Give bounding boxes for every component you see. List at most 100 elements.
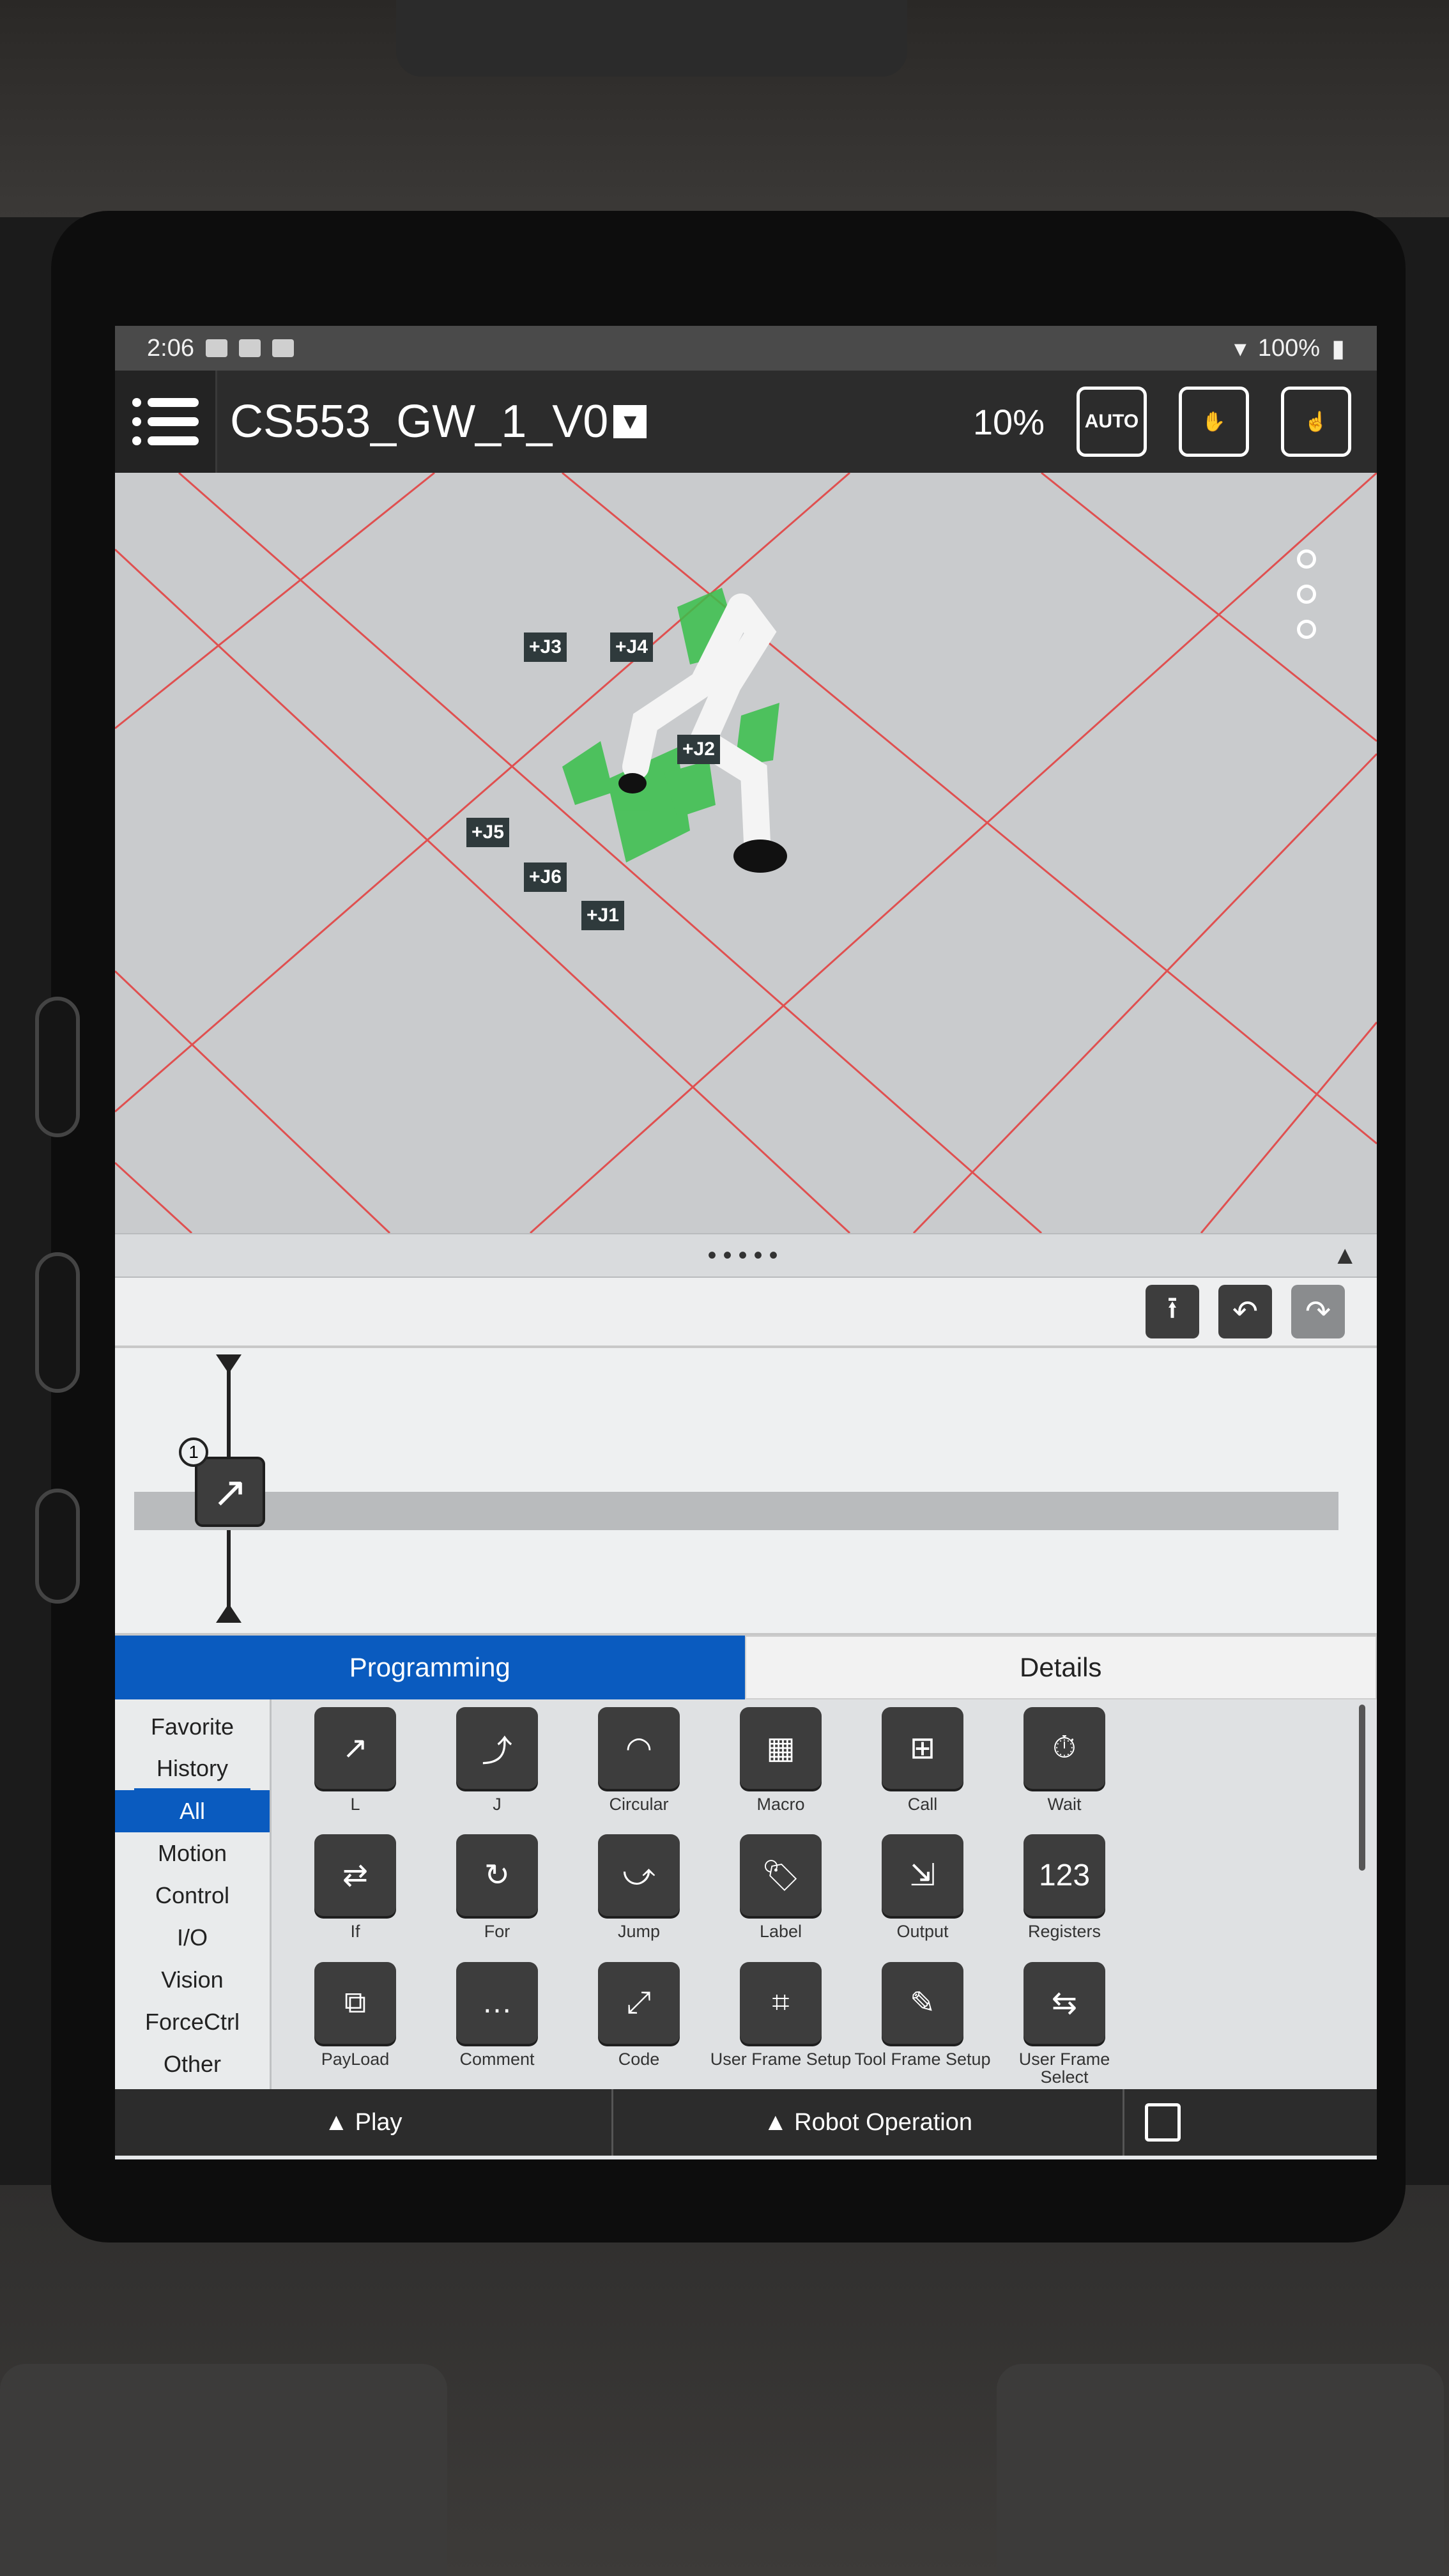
command-label: User Frame Select	[1018, 2049, 1110, 2087]
joint-label-j1[interactable]: +J1	[581, 901, 624, 930]
menu-icon	[132, 398, 199, 407]
category-control[interactable]: Control	[115, 1874, 270, 1917]
command-code[interactable]: ⤢ Code	[568, 1961, 710, 2089]
command-palette: Favorite History All Motion Control I/O …	[115, 1699, 1377, 2089]
more-options-button[interactable]	[1294, 549, 1319, 639]
command-circular[interactable]: ◠ Circular	[568, 1707, 710, 1834]
category-vision[interactable]: Vision	[115, 1959, 270, 2001]
tab-programming[interactable]: Programming	[115, 1636, 745, 1699]
palette-scrollbar[interactable]	[1359, 1705, 1365, 1871]
panel-splitter[interactable]: ••••• ▲	[115, 1233, 1377, 1278]
category-other[interactable]: Other	[115, 2043, 270, 2085]
redo-icon: ↷	[1305, 1295, 1331, 1329]
command-comment[interactable]: … Comment	[426, 1961, 568, 2089]
side-button-middle[interactable]	[35, 1252, 80, 1393]
speed-override[interactable]: 10%	[973, 401, 1045, 443]
category-motion[interactable]: Motion	[115, 1832, 270, 1874]
if-branch-icon: ⇄	[314, 1834, 396, 1917]
command-wait[interactable]: ⏱ Wait	[993, 1707, 1135, 1834]
joint-label-j4[interactable]: +J4	[610, 632, 653, 662]
user-frame-setup-icon: ⌗	[740, 1961, 822, 2044]
command-label: Circular	[609, 1795, 669, 1814]
joint-label-j6[interactable]: +J6	[524, 862, 567, 892]
undo-button[interactable]: ↶	[1218, 1285, 1272, 1338]
side-button-lower[interactable]	[35, 1489, 80, 1604]
selected-step-row[interactable]	[134, 1492, 1338, 1530]
battery-icon: ▮	[1331, 335, 1345, 362]
command-call[interactable]: ⊞ Call	[852, 1707, 993, 1834]
collapse-arrow-icon[interactable]: ▲	[1332, 1241, 1358, 1270]
joint-label-j2[interactable]: +J2	[677, 735, 720, 764]
side-button-upper[interactable]	[35, 997, 80, 1137]
user-frame-select-icon: ⇆	[1023, 1961, 1105, 2044]
category-history[interactable]: History	[134, 1748, 250, 1790]
robot-operation-label: ▲ Robot Operation	[763, 2108, 972, 2136]
robot-3d-view[interactable]: +J3 +J4 +J2 +J5 +J6 +J1	[115, 473, 1377, 1233]
command-label: Macro	[756, 1795, 805, 1814]
command-jump[interactable]: ⤻ Jump	[568, 1834, 710, 1961]
linear-move-icon: ↗	[212, 1468, 248, 1515]
auto-mode-icon: AUTO	[1084, 411, 1139, 432]
command-macro[interactable]: ▦ Macro	[710, 1707, 852, 1834]
category-list: Favorite History All Motion Control I/O …	[115, 1699, 272, 2089]
program-timeline[interactable]: ↗ 1	[115, 1348, 1377, 1636]
status-bar: 2:06 ▾ 100% ▮	[115, 326, 1377, 371]
program-selector[interactable]: CS553_GW_1_V0 ▼	[230, 395, 647, 448]
category-io[interactable]: I/O	[115, 1917, 270, 1959]
category-all[interactable]: All	[115, 1790, 270, 1832]
tablet-touch-icon: ☝	[1304, 411, 1328, 433]
command-tabs: Programming Details	[115, 1636, 1377, 1699]
redo-button[interactable]: ↷	[1291, 1285, 1345, 1338]
tablet-screen: 2:06 ▾ 100% ▮ CS553_GW_1_V0 ▼ 10% AUTO ✋…	[115, 326, 1377, 2159]
timeline-start-marker	[216, 1354, 241, 1374]
device-clip	[396, 0, 907, 77]
program-name: CS553_GW_1_V0	[230, 396, 609, 447]
command-j[interactable]: ⤴ J	[426, 1707, 568, 1834]
image-icon	[272, 339, 294, 357]
linear-move-step[interactable]: ↗	[195, 1457, 265, 1527]
command-label: Tool Frame Setup	[854, 2049, 991, 2069]
command-payload[interactable]: ⧉ PayLoad	[284, 1961, 426, 2089]
command-label: PayLoad	[321, 2049, 390, 2069]
teach-pendant-button[interactable]: ☝	[1281, 387, 1351, 457]
command-label-cmd[interactable]: 🏷 Label	[710, 1834, 852, 1961]
registers-icon: 123	[1023, 1834, 1105, 1917]
category-forcectrl[interactable]: ForceCtrl	[115, 2001, 270, 2043]
upload-button[interactable]: ⭱	[1146, 1285, 1199, 1338]
output-icon: ⇲	[882, 1834, 963, 1917]
command-label: Registers	[1027, 1922, 1101, 1942]
command-label: If	[350, 1922, 360, 1942]
command-registers[interactable]: 123 Registers	[993, 1834, 1135, 1961]
command-for[interactable]: ↻ For	[426, 1834, 568, 1961]
play-button[interactable]: ▲ Play	[115, 2089, 613, 2156]
device-foot-left	[0, 2364, 447, 2576]
command-user-frame-select[interactable]: ⇆ User Frame Select	[993, 1961, 1135, 2089]
command-if[interactable]: ⇄ If	[284, 1834, 426, 1961]
screen-lock-button[interactable]	[1124, 2103, 1201, 2142]
joint-label-j3[interactable]: +J3	[524, 632, 567, 662]
command-grid: ↗ L ⤴ J ◠ Circular ▦ Macro ⊞ Call ⏱ Wait	[272, 1699, 1377, 2089]
command-l[interactable]: ↗ L	[284, 1707, 426, 1834]
command-user-frame-setup[interactable]: ⌗ User Frame Setup	[710, 1961, 852, 2089]
app-header: CS553_GW_1_V0 ▼ 10% AUTO ✋ ☝	[115, 371, 1377, 473]
category-favorite[interactable]: Favorite	[115, 1706, 270, 1748]
robot-operation-button[interactable]: ▲ Robot Operation	[613, 2089, 1124, 2156]
program-toolbar: ⭱ ↶ ↷	[115, 1278, 1377, 1348]
message-icon	[238, 339, 261, 357]
stopwatch-icon: ⏱	[1023, 1707, 1105, 1789]
wifi-icon: ▾	[1234, 335, 1246, 362]
hamburger-menu-button[interactable]	[115, 371, 217, 473]
command-output[interactable]: ⇲ Output	[852, 1834, 993, 1961]
command-tool-frame-setup[interactable]: ✎ Tool Frame Setup	[852, 1961, 993, 2089]
command-label: Jump	[617, 1922, 661, 1942]
timeline-end-marker	[216, 1604, 241, 1623]
command-label: Wait	[1047, 1795, 1082, 1814]
tool-frame-setup-icon: ✎	[882, 1961, 963, 2044]
auto-mode-button[interactable]: AUTO	[1077, 387, 1147, 457]
command-label: Code	[618, 2049, 660, 2069]
command-label: User Frame Setup	[710, 2049, 852, 2069]
dropdown-triangle-icon: ▼	[613, 405, 647, 438]
joint-label-j5[interactable]: +J5	[466, 818, 509, 847]
tab-details[interactable]: Details	[744, 1636, 1377, 1699]
hand-guide-button[interactable]: ✋	[1179, 387, 1249, 457]
